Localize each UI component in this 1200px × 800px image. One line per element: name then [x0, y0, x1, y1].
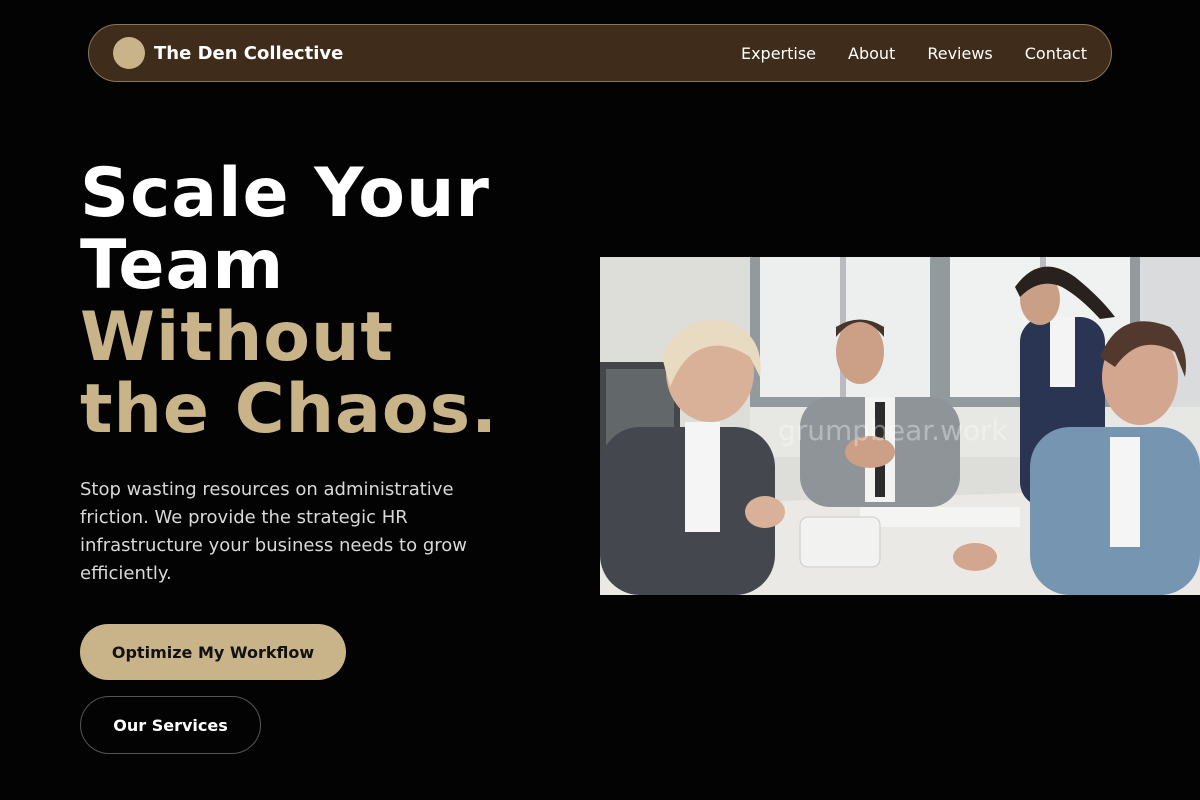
brand-name[interactable]: The Den Collective [154, 43, 343, 64]
optimize-workflow-button[interactable]: Optimize My Workflow [80, 624, 346, 680]
headline-accent-line-1: Without [80, 298, 394, 377]
headline-accent-line-2: the Chaos. [80, 370, 498, 449]
circle-logo-icon[interactable] [113, 37, 145, 69]
image-watermark: grumpbear.work [778, 414, 1008, 447]
top-navbar: The Den Collective Expertise About Revie… [88, 24, 1112, 82]
hero-headline: Scale Your Team Without the Chaos. [80, 158, 550, 446]
our-services-button[interactable]: Our Services [80, 696, 261, 754]
nav-links: Expertise About Reviews Contact [741, 44, 1087, 63]
nav-link-reviews[interactable]: Reviews [927, 44, 992, 63]
headline-line-1: Scale Your [80, 154, 490, 233]
nav-link-contact[interactable]: Contact [1025, 44, 1087, 63]
hero-subtext: Stop wasting resources on administrative… [80, 479, 467, 584]
nav-link-expertise[interactable]: Expertise [741, 44, 816, 63]
nav-link-about[interactable]: About [848, 44, 895, 63]
hero-text: Scale Your Team Without the Chaos. Stop … [80, 158, 550, 588]
headline-line-2: Team [80, 226, 285, 305]
